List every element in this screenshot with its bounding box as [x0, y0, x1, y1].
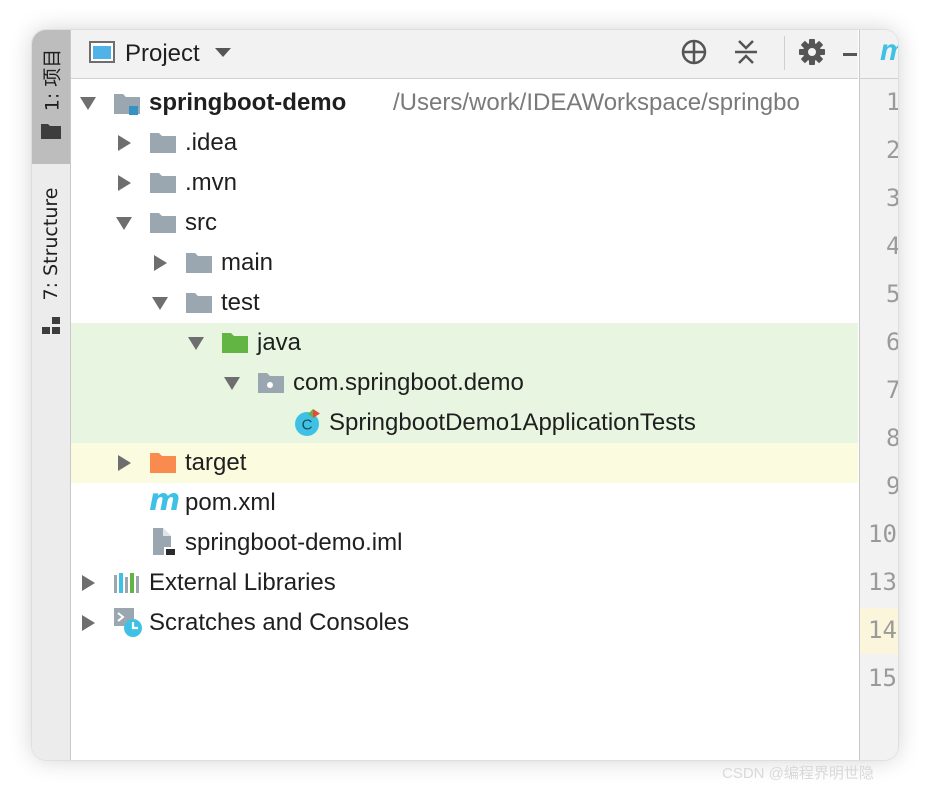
locate-button[interactable] — [678, 38, 710, 70]
structure-icon — [40, 316, 62, 341]
tree-label: com.springboot.demo — [293, 369, 524, 396]
tree-label: java — [257, 329, 302, 356]
expanded-arrow-icon[interactable] — [79, 94, 97, 112]
tree-label: Scratches and Consoles — [149, 609, 410, 636]
expanded-arrow-icon[interactable] — [115, 214, 133, 232]
editor-tab[interactable]: m — [860, 30, 898, 79]
line-number: 7 — [886, 376, 898, 404]
line-number: 5 — [886, 280, 898, 308]
line-number: 6 — [886, 328, 898, 356]
expanded-arrow-icon[interactable] — [187, 334, 205, 352]
java-test-class-icon: C — [293, 407, 323, 437]
folder-icon — [149, 171, 176, 195]
scratches-icon — [113, 607, 145, 639]
tree-label: test — [221, 289, 260, 316]
collapsed-arrow-icon[interactable] — [151, 254, 169, 272]
expanded-arrow-icon[interactable] — [151, 294, 169, 312]
svg-text:m: m — [149, 485, 180, 517]
tree-node-pom[interactable]: m pom.xml — [71, 483, 858, 523]
root-path: /Users/work/IDEAWorkspace/springbo — [393, 89, 800, 116]
module-folder-icon — [113, 91, 140, 115]
settings-button[interactable] — [796, 38, 828, 70]
project-window-icon — [89, 40, 115, 68]
collapsed-arrow-icon[interactable] — [115, 174, 133, 192]
view-selector-label: Project — [125, 40, 200, 67]
tree-node-java[interactable]: java — [71, 323, 858, 363]
expanded-arrow-icon[interactable] — [223, 374, 241, 392]
hide-button[interactable] — [843, 38, 857, 70]
line-number: 10 — [868, 520, 897, 548]
tree-label: target — [185, 449, 247, 476]
folder-icon — [149, 131, 176, 155]
folder-icon — [149, 211, 176, 235]
folder-icon — [185, 251, 212, 275]
tree-label: .mvn — [185, 169, 238, 196]
line-number: 4 — [886, 232, 898, 260]
collapsed-arrow-icon[interactable] — [79, 614, 97, 632]
line-number: 15 — [868, 664, 897, 692]
locate-icon — [680, 38, 708, 71]
tree-node-test-class[interactable]: C SpringbootDemo1ApplicationTests — [71, 403, 858, 443]
tree-node-idea[interactable]: .idea — [71, 123, 858, 163]
tree-node-external-libraries[interactable]: External Libraries — [71, 563, 858, 603]
root-name: springboot-demo — [149, 89, 347, 116]
tree-label: springboot-demo.iml — [185, 529, 403, 556]
minimize-icon — [843, 45, 857, 63]
tree-label: SpringbootDemo1ApplicationTests — [329, 409, 696, 436]
line-number: 14 — [868, 616, 897, 644]
libraries-icon — [113, 571, 139, 595]
tree-node-iml[interactable]: springboot-demo.iml — [71, 523, 858, 563]
toolbar-separator — [784, 36, 785, 70]
maven-icon: m — [147, 483, 181, 518]
tab-structure-label: 7: Structure — [40, 187, 62, 301]
tab-project[interactable]: 1: 项目 — [32, 30, 70, 164]
module-file-icon — [151, 527, 179, 557]
line-number: 3 — [886, 184, 898, 212]
tree-node-scratches[interactable]: Scratches and Consoles — [71, 603, 858, 643]
collapsed-arrow-icon[interactable] — [115, 134, 133, 152]
tree-label: main — [221, 249, 274, 276]
tree-label: .idea — [185, 129, 238, 156]
svg-text:C: C — [302, 417, 313, 434]
line-number: 13 — [868, 568, 897, 596]
line-number: 2 — [886, 136, 898, 164]
collapse-all-icon — [733, 38, 759, 71]
line-number: 1 — [886, 88, 898, 116]
watermark: CSDN @编程界明世隐 — [722, 765, 874, 782]
project-tree: springboot-demo /Users/work/IDEAWorkspac… — [71, 79, 858, 760]
tree-node-root[interactable]: springboot-demo /Users/work/IDEAWorkspac… — [71, 83, 858, 123]
editor-gutter: m 1 2 3 4 5 6 7 8 9 10 13 14 15 — [859, 30, 898, 760]
tab-project-label: 1: 项目 — [41, 48, 64, 112]
line-number: 9 — [886, 472, 898, 500]
tree-node-mvn[interactable]: .mvn — [71, 163, 858, 203]
test-folder-icon — [221, 331, 248, 355]
tab-structure[interactable]: 7: Structure — [32, 180, 70, 340]
tree-node-package[interactable]: com.springboot.demo — [71, 363, 858, 403]
tree-node-src[interactable]: src — [71, 203, 858, 243]
package-icon — [257, 371, 284, 395]
folder-icon — [185, 291, 212, 315]
line-number: 8 — [886, 424, 898, 452]
tree-label: pom.xml — [185, 489, 276, 516]
left-tool-rail: 1: 项目 7: Structure — [32, 30, 71, 760]
tree-label: External Libraries — [149, 569, 336, 596]
collapsed-arrow-icon[interactable] — [79, 574, 97, 592]
gear-icon — [798, 38, 826, 71]
view-selector[interactable]: Project — [89, 38, 232, 70]
excluded-folder-icon — [149, 451, 176, 475]
collapsed-arrow-icon[interactable] — [115, 454, 133, 472]
project-toolbar: Project — [71, 30, 858, 79]
tree-node-test[interactable]: test — [71, 283, 858, 323]
collapse-all-button[interactable] — [730, 38, 762, 70]
tree-node-target[interactable]: target — [71, 443, 858, 483]
tree-label: src — [185, 209, 217, 236]
maven-icon: m — [880, 34, 898, 68]
project-tool-window: 1: 项目 7: Structure Project springboot-de… — [32, 30, 898, 760]
folder-icon — [40, 122, 62, 145]
chevron-down-icon — [214, 45, 232, 63]
tree-node-main[interactable]: main — [71, 243, 858, 283]
